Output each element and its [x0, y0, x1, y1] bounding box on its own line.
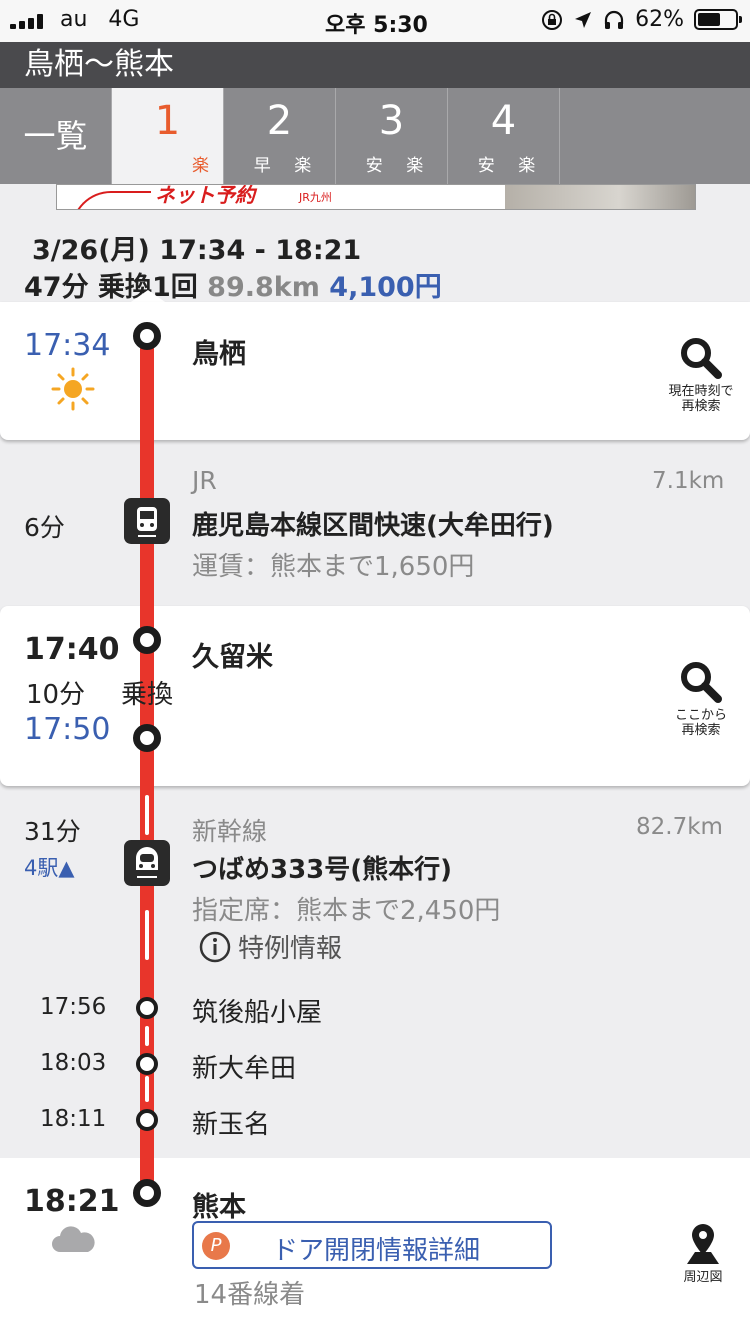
cloud-icon — [52, 1226, 95, 1252]
segment-distance: 7.1km — [652, 468, 725, 494]
shinkansen-icon — [124, 840, 170, 886]
intermediate-station: 筑後船小屋 — [192, 998, 323, 1028]
tab-route-4[interactable]: 4 安楽 — [448, 88, 560, 184]
tab-list[interactable]: 一覧 — [0, 88, 112, 184]
parking-icon: P — [202, 1232, 230, 1260]
intermediate-time: 18:03 — [40, 1050, 107, 1076]
segment-line-name: つばめ333号(熊本行) — [192, 855, 453, 885]
signal-icon — [10, 13, 50, 29]
carrier-label: au 4G — [60, 7, 140, 32]
info-icon — [199, 931, 231, 962]
ad-logo-text: ネット予約 — [155, 184, 255, 207]
segment-fare: 運賃：熊本まで1,650円 — [192, 552, 475, 582]
ad-swoosh — [71, 191, 151, 209]
station-kurume: 久留米 — [192, 642, 273, 673]
headphones-icon — [604, 10, 624, 29]
transfer-label: 乗換 — [121, 680, 174, 710]
arrival-track: 14番線着 — [194, 1280, 306, 1310]
transfer-wait: 10分 — [26, 680, 86, 710]
arrive-time-kurume: 17:40 — [24, 632, 120, 667]
segment-company: 新幹線 — [192, 817, 268, 846]
door-info-button[interactable]: P ドア開閉情報詳細 — [192, 1221, 552, 1269]
stop-dot-shinomuta — [136, 1053, 158, 1075]
route-summary: 3/26(月) 17:34 - 18:21 47分 乗換1回 89.8km 4,… — [24, 228, 442, 304]
status-time: 오후 5:30 — [325, 13, 428, 38]
stop-dot-tosu — [133, 322, 161, 350]
battery-icon — [694, 9, 742, 30]
ad-photo — [505, 185, 695, 209]
page-title: 鳥栖～熊本 — [0, 42, 750, 88]
intermediate-station: 新大牟田 — [192, 1054, 297, 1084]
search-icon — [681, 662, 722, 703]
segment-line-name: 鹿児島本線区間快速(大牟田行) — [192, 511, 554, 541]
stop-dot-kurume-arr — [133, 626, 161, 654]
sunny-icon — [51, 367, 95, 411]
segment-distance: 82.7km — [636, 814, 723, 840]
status-bar: au 4G 오후 5:30 62% — [0, 0, 750, 42]
research-now-button[interactable]: 現在時刻で 再検索 — [658, 336, 744, 414]
special-info-link[interactable]: 特例情報 — [198, 928, 342, 965]
rotation-lock-icon — [542, 9, 563, 30]
depart-time: 17:34 — [24, 328, 111, 363]
segment-company: JR — [192, 466, 217, 495]
segment-duration: 6分 — [24, 513, 65, 542]
segment-fare: 指定席：熊本まで2,450円 — [192, 896, 501, 926]
stations-toggle[interactable]: 4駅▲ — [24, 852, 75, 882]
tab-route-3[interactable]: 3 安楽 — [336, 88, 448, 184]
search-icon — [681, 338, 722, 379]
route-datetime: 3/26(月) 17:34 - 18:21 — [32, 235, 362, 266]
ad-banner[interactable]: ネット予約 JR九州 — [56, 184, 696, 210]
area-map-button[interactable]: 周辺図 — [660, 1222, 746, 1285]
depart-time-kurume: 17:50 — [24, 712, 111, 747]
route-distance: 89.8km — [207, 272, 320, 303]
tab-route-1[interactable]: 1 楽 — [112, 88, 224, 184]
tab-route-2[interactable]: 2 早楽 — [224, 88, 336, 184]
intermediate-time: 17:56 — [40, 994, 107, 1020]
train-icon — [124, 498, 170, 544]
segment-duration: 31分 — [24, 817, 81, 846]
stop-card-tosu — [0, 302, 750, 440]
map-pin-icon — [687, 1224, 719, 1264]
research-from-here-button[interactable]: ここから 再検索 — [658, 660, 744, 738]
intermediate-station: 新玉名 — [192, 1110, 271, 1140]
location-arrow-icon — [575, 11, 592, 28]
ad-sub-text: JR九州 — [299, 191, 332, 204]
battery-percent: 62% — [635, 7, 684, 32]
intermediate-time: 18:11 — [40, 1106, 107, 1132]
stop-dot-chikugo — [136, 997, 158, 1019]
stop-dot-kurume-dep — [133, 724, 161, 752]
station-kumamoto: 熊本 — [192, 1192, 246, 1223]
stop-dot-shintamana — [136, 1109, 158, 1131]
route-tabs: 一覧 1 楽 2 早楽 3 安楽 4 安楽 — [0, 88, 750, 184]
route-fare: 4,100円 — [329, 272, 442, 303]
arrive-time: 18:21 — [24, 1184, 120, 1219]
route-duration: 47分 乗換1回 — [24, 272, 198, 303]
station-tosu: 鳥栖 — [192, 339, 246, 370]
stop-dot-kumamoto — [133, 1179, 161, 1207]
